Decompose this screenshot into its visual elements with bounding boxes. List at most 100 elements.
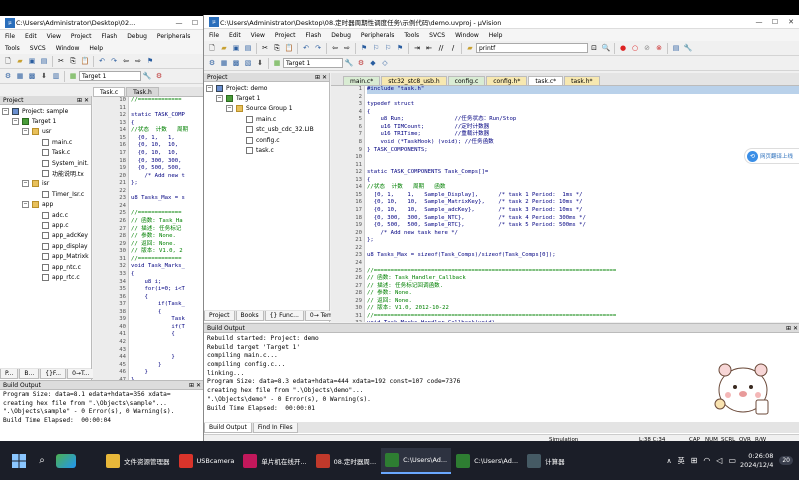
panel-tab[interactable]: Books bbox=[235, 310, 264, 321]
translate-badge[interactable]: ⟲ 网页翻译上线 bbox=[744, 148, 799, 164]
new-file-icon[interactable]: 🗋 bbox=[3, 56, 13, 66]
volume-icon[interactable]: ◁ bbox=[716, 456, 722, 465]
menu-item[interactable]: Project bbox=[66, 33, 97, 40]
tree-item[interactable]: − Source Group 1 bbox=[204, 104, 329, 114]
pack-icon[interactable]: ◇ bbox=[380, 58, 390, 68]
editor-tab[interactable]: config.c bbox=[447, 76, 486, 85]
tree-item[interactable]: app_Matrixk bbox=[0, 251, 91, 261]
editor-tab[interactable]: task.c* bbox=[528, 76, 564, 85]
unindent-icon[interactable]: ⇤ bbox=[424, 43, 434, 53]
copy-icon[interactable]: ⎘ bbox=[68, 56, 78, 66]
expand-toggle-icon[interactable]: − bbox=[206, 84, 213, 92]
menu-item[interactable]: Flash bbox=[96, 33, 122, 40]
tree-item[interactable]: main.c bbox=[204, 114, 329, 124]
menu-item[interactable]: Debug bbox=[326, 32, 356, 39]
editor-tab[interactable]: stc32_stc8_usb.h bbox=[381, 76, 447, 85]
tree-item[interactable]: − app bbox=[0, 200, 91, 210]
undo-icon[interactable]: ↶ bbox=[301, 43, 311, 53]
prev-bookmark-icon[interactable]: ⚐ bbox=[371, 43, 381, 53]
tree-item[interactable]: adc.c bbox=[0, 210, 91, 220]
menu-item[interactable]: Tools bbox=[399, 32, 424, 39]
cut-icon[interactable]: ✂ bbox=[56, 56, 66, 66]
bottom-tab[interactable]: Build Output bbox=[204, 422, 252, 433]
menu-item[interactable]: Peripherals bbox=[356, 32, 399, 39]
tree-item[interactable]: System_init. bbox=[0, 158, 91, 168]
env-icon[interactable]: ◆ bbox=[368, 58, 378, 68]
maximize-button[interactable]: ☐ bbox=[767, 18, 783, 26]
undo-icon[interactable]: ↶ bbox=[97, 56, 107, 66]
save-all-icon[interactable]: ▤ bbox=[39, 56, 49, 66]
expand-toggle-icon[interactable]: − bbox=[216, 95, 223, 103]
start-button[interactable] bbox=[6, 448, 32, 474]
breakpoint-icon[interactable]: ● bbox=[618, 43, 628, 53]
window-layout-icon[interactable]: ▤ bbox=[671, 43, 681, 53]
wifi-icon[interactable]: ◠ bbox=[703, 456, 710, 465]
rebuild-icon[interactable]: ▩ bbox=[231, 58, 241, 68]
panel-tab[interactable]: {}F... bbox=[40, 368, 67, 379]
taskbar-app[interactable]: 文件资源管理器 bbox=[102, 448, 174, 474]
tree-item[interactable]: stc_usb_cdc_32.LIB bbox=[204, 125, 329, 135]
indent-icon[interactable]: ⇥ bbox=[412, 43, 422, 53]
menu-item[interactable]: File bbox=[204, 32, 224, 39]
expand-toggle-icon[interactable]: − bbox=[22, 201, 29, 209]
tree-item[interactable]: config.c bbox=[204, 135, 329, 145]
debug-start-icon[interactable]: 🔍 bbox=[601, 43, 611, 53]
find-combo[interactable]: printf bbox=[476, 43, 588, 53]
tree-item[interactable]: main.c bbox=[0, 137, 91, 147]
batch-build-icon[interactable]: ▧ bbox=[243, 58, 253, 68]
options-icon[interactable]: 🔧 bbox=[142, 71, 152, 81]
tree-item[interactable]: − Project: demo bbox=[204, 83, 329, 93]
notification-badge[interactable]: 20 bbox=[779, 456, 793, 465]
save-all-icon[interactable]: ▤ bbox=[243, 43, 253, 53]
menu-item[interactable]: Window bbox=[450, 32, 484, 39]
panel-tab[interactable]: {} Func... bbox=[264, 310, 304, 321]
load-icon[interactable]: ▥ bbox=[51, 71, 61, 81]
menu-item[interactable]: SVCS bbox=[25, 45, 51, 52]
close-window-button[interactable]: ✕ bbox=[783, 18, 799, 26]
ime-language[interactable]: 英 bbox=[678, 456, 685, 466]
manage-icon[interactable]: ⚙ bbox=[154, 71, 164, 81]
left-code-area[interactable]: 10 11 12 13 14 15 16 17 18 19 20 21 22 23 24 25 26 27 28 29… bbox=[93, 97, 203, 380]
right-build-output-text[interactable]: Rebuild started: Project: demo Rebuild ta… bbox=[204, 335, 704, 421]
manage-components-icon[interactable]: ⚙ bbox=[356, 58, 366, 68]
panel-tab[interactable]: 0→T... bbox=[67, 368, 95, 379]
expand-toggle-icon[interactable]: − bbox=[12, 118, 19, 126]
expand-toggle-icon[interactable]: − bbox=[226, 105, 233, 113]
disable-bp-icon[interactable]: ⊘ bbox=[642, 43, 652, 53]
tree-item[interactable]: − usr bbox=[0, 127, 91, 137]
menu-item[interactable]: Tools bbox=[0, 45, 25, 52]
taskbar-app[interactable]: 计算器 bbox=[523, 448, 569, 474]
bookmark-icon[interactable]: ⚑ bbox=[359, 43, 369, 53]
tree-item[interactable]: − isr bbox=[0, 179, 91, 189]
translate-icon[interactable]: ⚙ bbox=[207, 58, 217, 68]
next-bookmark-icon[interactable]: ⚐ bbox=[383, 43, 393, 53]
redo-icon[interactable]: ↷ bbox=[109, 56, 119, 66]
menu-item[interactable]: Debug bbox=[122, 33, 152, 40]
cut-icon[interactable]: ✂ bbox=[260, 43, 270, 53]
tree-item[interactable]: Timer_Isr.c bbox=[0, 189, 91, 199]
search-icon[interactable]: ⌕ bbox=[32, 455, 52, 466]
menu-item[interactable]: Project bbox=[270, 32, 301, 39]
tree-item[interactable]: − Target 1 bbox=[0, 116, 91, 126]
target-select[interactable]: Target 1 bbox=[79, 71, 141, 81]
menu-item[interactable]: View bbox=[246, 32, 270, 39]
tray-chevron-icon[interactable]: ∧ bbox=[666, 457, 671, 465]
close-icon[interactable]: ✕ bbox=[84, 97, 89, 104]
tree-item[interactable]: app_adcKey bbox=[0, 231, 91, 241]
editor-tab[interactable]: Task.h bbox=[126, 87, 159, 96]
editor-tab[interactable]: config.h* bbox=[486, 76, 528, 85]
save-icon[interactable]: ▣ bbox=[231, 43, 241, 53]
close-icon[interactable]: ✕ bbox=[793, 325, 798, 332]
right-code-area[interactable]: 1 2 3 4 5 6 7 8 9 10 11 12 13 14 15 16 17 18 19 20 21 22 23 24 2… bbox=[331, 86, 799, 322]
clear-bookmarks-icon[interactable]: ⚑ bbox=[395, 43, 405, 53]
menu-item[interactable]: Edit bbox=[224, 32, 246, 39]
tree-item[interactable]: − Target 1 bbox=[204, 93, 329, 103]
left-build-output-text[interactable]: Program Size: data=8.1 edata+hdata=356 x… bbox=[0, 391, 203, 441]
pin-icon[interactable]: ⊞ bbox=[77, 97, 82, 104]
paste-icon[interactable]: 📋 bbox=[284, 43, 294, 53]
menu-item[interactable]: SVCS bbox=[424, 32, 450, 39]
editor-tab[interactable]: Task.c bbox=[93, 87, 126, 96]
nav-forward-icon[interactable]: ⇨ bbox=[133, 56, 143, 66]
bookmark-icon[interactable]: ⚑ bbox=[145, 56, 155, 66]
tree-item[interactable]: task.c bbox=[204, 145, 329, 155]
